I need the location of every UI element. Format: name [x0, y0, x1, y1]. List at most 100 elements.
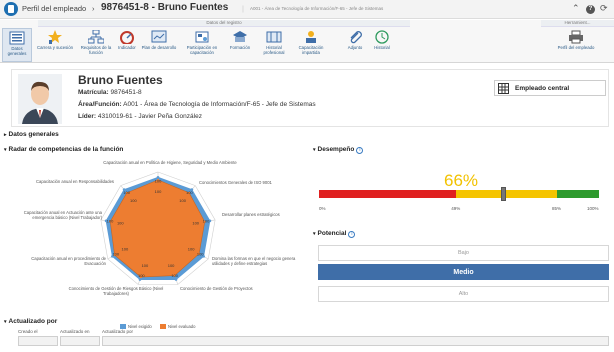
empleado-central-badge: Empleado central	[494, 80, 606, 96]
lider-line: Líder: 4310019-61 - Javier Peña González	[78, 113, 202, 120]
data-label-required: 100	[123, 190, 130, 195]
employee-name: Bruno Fuentes	[78, 73, 163, 87]
col-creado: Creado el	[18, 329, 38, 334]
grid-icon	[498, 83, 509, 94]
tab-indicador[interactable]: Indicador	[116, 28, 138, 62]
top-bar: Perfil del empleado › 9876451-8 - Bruno …	[0, 0, 614, 19]
tab-formacion[interactable]: Formación	[225, 28, 255, 62]
desempeno-bar	[319, 187, 599, 201]
field-actualizado-en	[60, 336, 100, 346]
radar-axis-label: Capacitación anual en Responsabilidades	[36, 179, 114, 184]
data-label-evaluated: 100	[188, 246, 195, 251]
breadcrumb-separator: ›	[92, 4, 95, 13]
desempeno-marker	[501, 187, 507, 201]
tab-capacitacion-impartida[interactable]: Capacitación impartida	[293, 28, 329, 62]
data-label-required: 100	[138, 273, 145, 278]
caret-down-icon: ▾	[313, 231, 316, 237]
radar-axis-label: Capacitación anual en procedimiento de E…	[31, 256, 106, 266]
collapse-icon[interactable]: ⌃	[572, 3, 580, 14]
data-label-required: 100	[155, 178, 162, 183]
section-datos-generales[interactable]: ▸ Datos generales	[4, 131, 59, 138]
tab-datos-generales[interactable]: Datos generales	[2, 28, 32, 62]
adjunto-icon	[350, 31, 362, 44]
section-actualizado[interactable]: ▾ Actualizado por	[4, 318, 57, 325]
datos-generales-icon	[9, 31, 25, 45]
data-label-evaluated: 100	[142, 263, 149, 268]
point-required	[174, 278, 178, 281]
desempeno-panel: 66% 0% 49% 85% 100%	[313, 156, 609, 216]
caret-down-icon: ▾	[4, 319, 7, 325]
data-label-evaluated: 100	[155, 189, 162, 194]
tick-label: 100%	[587, 206, 599, 211]
tab-carrera[interactable]: Carrera y sucesión	[36, 28, 74, 62]
refresh-icon[interactable]: ⟳	[600, 3, 608, 14]
bar-segment-low	[319, 190, 457, 198]
area-line: Área/Función: A001 - Área de Tecnología …	[78, 101, 316, 108]
bar-segment-high	[557, 190, 599, 198]
data-label-required: 100	[112, 252, 119, 257]
toolbar-group-registry: Datos del registro	[38, 20, 410, 27]
matricula-line: Matrícula: 9876451-8	[78, 89, 142, 96]
breadcrumb-divider: |	[242, 4, 244, 13]
tab-historial[interactable]: Historial	[370, 28, 394, 62]
data-label-evaluated: 100	[130, 198, 137, 203]
radar-chart: 100 100 100 100 100 100 100 100 100 100 100 100 100 1…	[0, 154, 312, 332]
tab-requisitos[interactable]: Requisitos de la función	[77, 28, 115, 62]
info-icon[interactable]: i	[348, 231, 356, 238]
tab-perfil-print[interactable]: Perfil del empleado	[556, 28, 596, 62]
potencial-option-alto[interactable]: Alto	[318, 286, 609, 302]
avatar	[18, 74, 62, 124]
caret-down-icon: ▾	[313, 147, 316, 153]
page-title: Perfil del empleado	[22, 4, 87, 13]
radar-axis-label: Conocimiento de Gestión de Proyectos	[180, 286, 253, 291]
historial-prof-icon	[266, 31, 282, 43]
tab-adjunto[interactable]: Adjunto	[343, 28, 367, 62]
help-icon[interactable]: ?	[586, 5, 595, 14]
carrera-icon	[48, 30, 62, 44]
potencial-option-bajo[interactable]: Bajo	[318, 245, 609, 261]
data-label-required: 100	[197, 252, 204, 257]
legend-swatch-evaluated	[160, 324, 166, 329]
tab-participacion[interactable]: Participación en capacitación	[180, 28, 224, 62]
potencial-option-medio[interactable]: Medio	[318, 264, 609, 280]
caret-right-icon: ▸	[4, 132, 7, 138]
data-label-required: 100	[186, 190, 193, 195]
indicador-icon	[120, 31, 134, 44]
capacitacion-icon	[306, 31, 316, 43]
employee-card: Bruno Fuentes Matrícula: 9876451-8 Área/…	[11, 69, 609, 127]
col-actualizado-en: Actualizado en	[60, 329, 90, 334]
formacion-icon	[233, 31, 247, 42]
radar-axis-label: Desarrollar planes estratégicos	[222, 212, 280, 217]
area-value: A001 - Área de Tecnología de Información…	[123, 101, 316, 108]
desempeno-value: 66%	[443, 171, 479, 190]
tick-label: 49%	[451, 206, 461, 211]
section-desempeno[interactable]: ▾ Desempeño i	[313, 146, 364, 154]
data-label-required: 100	[171, 273, 178, 278]
info-icon[interactable]: i	[356, 147, 364, 154]
tab-plan-desarrollo[interactable]: Plan de desarrollo	[140, 28, 178, 62]
bar-segment-mid	[456, 190, 557, 198]
participacion-icon	[195, 31, 209, 43]
toolbar-group-tool: Herramient...	[541, 20, 614, 27]
radar-axis-label: Capacitación anual en Política de Higien…	[103, 160, 237, 165]
field-actualizado-por	[102, 336, 609, 346]
breadcrumb-subtitle: A001 - Área de Tecnología de Información…	[250, 6, 384, 11]
point-required	[138, 278, 142, 281]
radar-axis-label: Capacitación anual en Actuación ante una…	[23, 210, 102, 220]
field-creado	[18, 336, 58, 346]
radar-axis-label: Domina las formas en que el negocio gene…	[212, 256, 296, 266]
print-icon	[569, 30, 583, 44]
radar-axis-label: Conocimientos Generales de ISO 9001	[199, 180, 272, 185]
data-label-evaluated: 100	[122, 246, 129, 251]
section-potencial[interactable]: ▾ Potencial i	[313, 230, 356, 238]
caret-down-icon: ▾	[4, 147, 7, 153]
col-actualizado-por: Actualizado por	[102, 329, 134, 334]
matricula-value: 9876451-8	[110, 89, 142, 96]
app-logo-icon	[4, 2, 18, 16]
toolbar: Datos del registro Herramient... Datos g…	[0, 20, 614, 63]
requisitos-icon	[88, 30, 104, 44]
tab-historial-profesional[interactable]: Historial profesional	[257, 28, 291, 62]
data-label-evaluated: 100	[179, 198, 186, 203]
tick-label: 0%	[319, 206, 326, 211]
section-radar[interactable]: ▾ Radar de competencias de la función	[4, 146, 123, 153]
